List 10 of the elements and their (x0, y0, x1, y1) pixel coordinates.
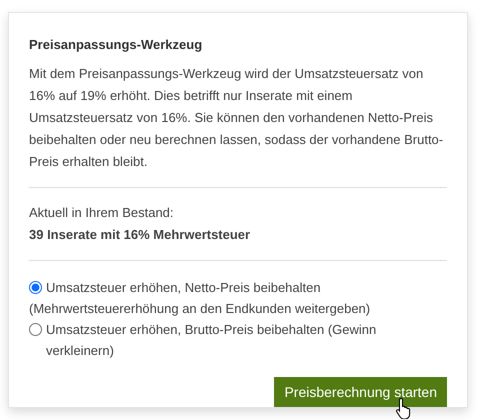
radio-button[interactable] (29, 281, 42, 294)
stock-label: Aktuell in Ihrem Bestand: (29, 204, 175, 222)
option-label[interactable]: Umsatzsteuer erhöhen, Brutto-Preis beibehalten (Gewinn verkleinern) (46, 319, 447, 361)
start-button[interactable]: Preisberechnung starten (274, 377, 447, 407)
stock-value: 39 Inserate mit 16% Mehrwertsteuer (29, 226, 252, 244)
panel-title: Preisanpassungs-Werkzeug (29, 36, 204, 54)
description-text: Mit dem Preisanpassungs-Werkzeug wird der Umsatzsteuersatz von 16% auf 19% erhöht. Dies betrifft nur Inserate mit einem Umsatzsteuersatz von 16%. Sie können den vorhandenen Netto-Preis beibehalten oder neu berechnen lassen, sodass der vorhandene Brutto-Preis erhalten bleibt. (29, 65, 444, 171)
option-note: (Mehrwertsteuererhöhung an den Endkunden weitergeben) (29, 300, 372, 318)
option-label[interactable]: Umsatzsteuer erhöhen, Netto-Preis beibehalten (46, 277, 321, 298)
radio-button[interactable] (29, 323, 42, 336)
